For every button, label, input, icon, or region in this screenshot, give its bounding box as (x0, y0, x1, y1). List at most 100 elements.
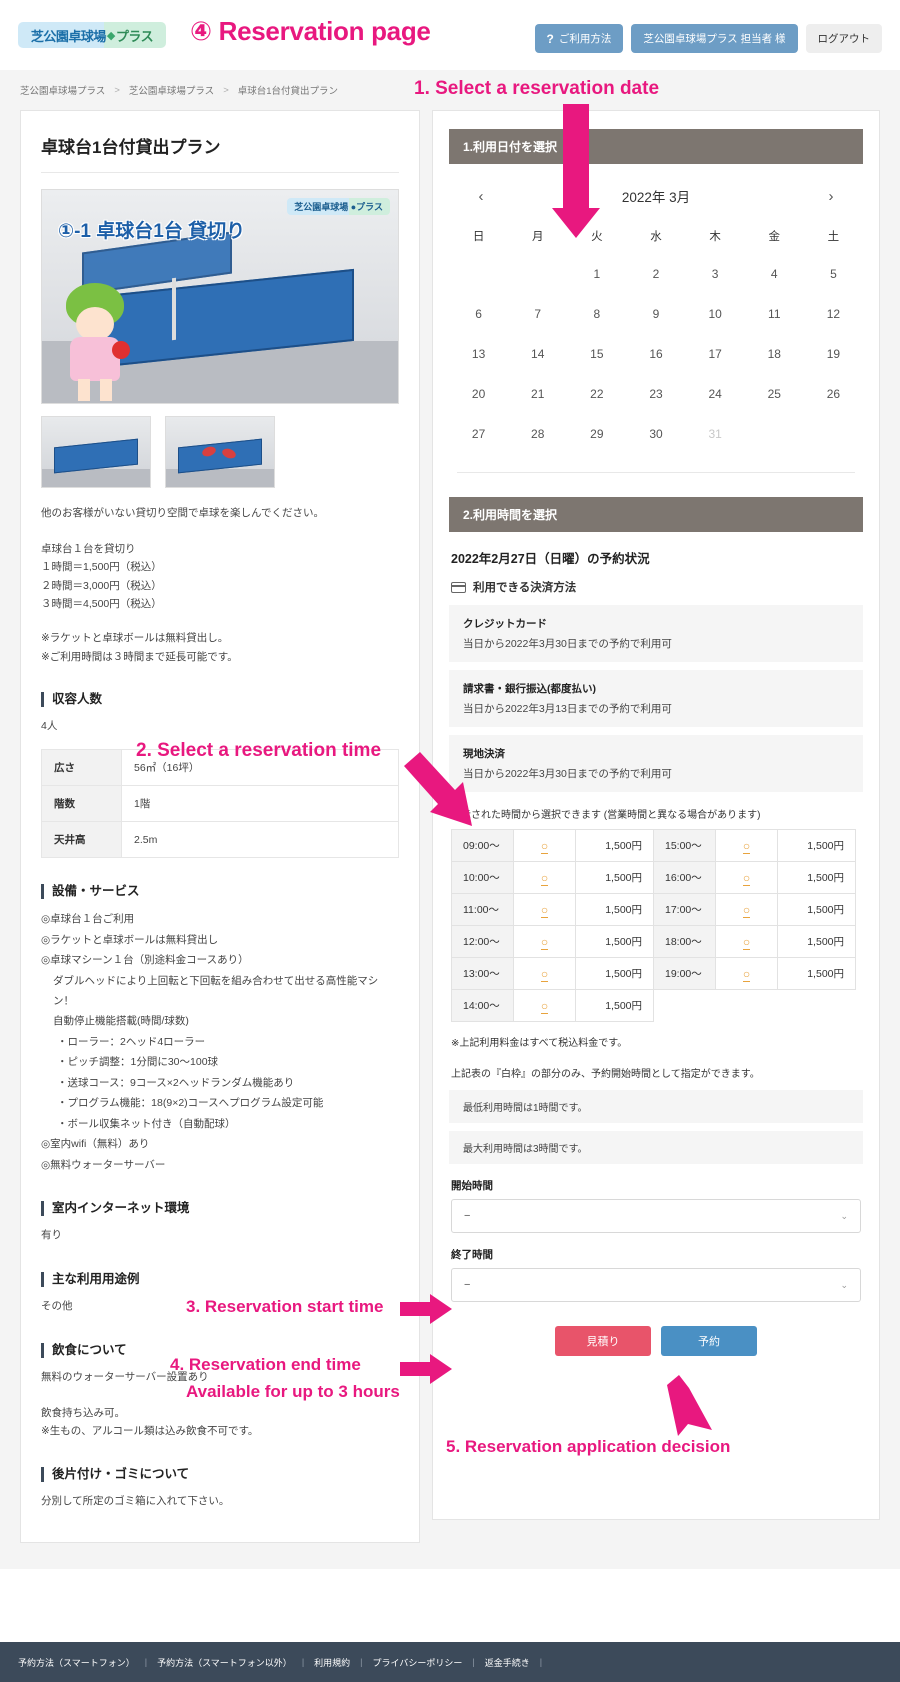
help-button-label: ご利用方法 (558, 33, 612, 45)
calendar-day[interactable]: 20 (449, 374, 508, 414)
calendar-day[interactable]: 6 (449, 294, 508, 334)
list-item: ・ピッチ調整：1分間に30〜100球 (57, 1056, 219, 1069)
footer-link-1[interactable]: 予約方法（スマートフォン以外） (157, 1656, 292, 1669)
facility-list: ◎卓球台１台ご利用 ◎ラケットと卓球ボールは無料貸出し ◎卓球マシーン１台（別途… (41, 909, 399, 1175)
footer-link-0[interactable]: 予約方法（スマートフォン） (18, 1656, 135, 1669)
slot-available-icon[interactable]: ○ (540, 838, 549, 854)
calendar-day[interactable]: 28 (508, 414, 567, 454)
slot-available-icon[interactable]: ○ (742, 838, 751, 854)
slot-availability[interactable]: ○ (513, 989, 576, 1022)
plan-note: ※ラケットと卓球ボールは無料貸出し。 (41, 632, 229, 645)
footer-link-2[interactable]: 利用規約 (314, 1656, 350, 1669)
calendar-day[interactable]: 17 (686, 334, 745, 374)
slot-availability[interactable]: ○ (513, 957, 576, 990)
end-time-select[interactable]: − ⌄ (451, 1268, 861, 1302)
breadcrumb-item-0[interactable]: 芝公園卓球場プラス (20, 83, 105, 97)
calendar-prev-month-icon[interactable]: ‹ (471, 188, 491, 205)
start-time-select[interactable]: − ⌄ (451, 1199, 861, 1233)
calendar-day[interactable]: 13 (449, 334, 508, 374)
calendar-day[interactable]: 23 (626, 374, 685, 414)
slot-available-icon[interactable]: ○ (742, 870, 751, 886)
slot-available-icon[interactable]: ○ (540, 966, 549, 982)
calendar-week-row: 1 2 3 4 5 (449, 254, 863, 294)
calendar-day[interactable]: 21 (508, 374, 567, 414)
usage-value: その他 (41, 1300, 73, 1313)
calendar-day[interactable]: 15 (567, 334, 626, 374)
calendar-day[interactable]: 11 (745, 294, 804, 334)
action-button-row: 見積り 予約 (449, 1326, 863, 1356)
calendar-weekday: 土 (827, 231, 840, 243)
footer-link-4[interactable]: 返金手続き (485, 1656, 530, 1669)
tax-note: ※上記利用料金はすべて税込料金です。 (451, 1038, 628, 1049)
photo-thumbnail[interactable] (165, 416, 275, 488)
slot-available-icon[interactable]: ○ (742, 934, 751, 950)
slot-available-icon[interactable]: ○ (742, 902, 751, 918)
reserve-button[interactable]: 予約 (661, 1326, 757, 1356)
calendar-day[interactable]: 18 (745, 334, 804, 374)
slot-time: 10:00〜 (451, 861, 514, 894)
calendar-day[interactable]: 1 (567, 254, 626, 294)
price-line: ２時間＝3,000円（税込） (41, 579, 162, 592)
chevron-down-icon: ⌄ (840, 1210, 848, 1221)
breadcrumb-item-2: 卓球台1台付貸出プラン (237, 86, 339, 97)
footer-separator: | (539, 1657, 543, 1667)
food-line: ※生もの、アルコール類は込み飲食不可です。 (41, 1425, 259, 1438)
payment-methods-heading: 利用できる決済方法 (451, 579, 863, 595)
slot-available-icon[interactable]: ○ (742, 966, 751, 982)
list-item: ◎室内wifi（無料）あり (41, 1138, 150, 1151)
site-logo[interactable]: 芝公園卓球場 ◆ プラス (18, 22, 166, 48)
slot-available-icon[interactable]: ○ (540, 902, 549, 918)
calendar-day[interactable]: 22 (567, 374, 626, 414)
calendar-day[interactable]: 3 (686, 254, 745, 294)
plan-detail-panel: 卓球台1台付貸出プラン ①-1 卓球台1台 貸切り 芝公園卓球場 ●プラス 他の… (20, 110, 420, 1543)
calendar-day[interactable]: 8 (567, 294, 626, 334)
account-button[interactable]: 芝公園卓球場プラス 担当者 様 (631, 24, 798, 53)
calendar-day[interactable]: 16 (626, 334, 685, 374)
spec-table: 広さ 56㎡（16坪） 階数 1階 天井高 2.5m (41, 749, 399, 859)
breadcrumb-item-1[interactable]: 芝公園卓球場プラス (129, 83, 214, 97)
slot-availability[interactable]: ○ (715, 957, 778, 990)
reservation-panel: 1.利用日付を選択 ‹ 2022年 3月 › 日 月 火 水 木 金 土 1 2… (432, 110, 880, 1520)
calendar-day[interactable]: 14 (508, 334, 567, 374)
payment-method-item: クレジットカード 当日から2022年3月30日までの予約で利用可 (449, 605, 863, 662)
slot-availability[interactable]: ○ (715, 829, 778, 862)
slot-availability[interactable]: ○ (513, 925, 576, 958)
help-button[interactable]: ? ご利用方法 (534, 24, 624, 53)
slot-availability[interactable]: ○ (715, 893, 778, 926)
quote-button[interactable]: 見積り (555, 1326, 651, 1356)
calendar-day[interactable]: 4 (745, 254, 804, 294)
calendar-day[interactable]: 30 (626, 414, 685, 454)
slot-time: 19:00〜 (653, 957, 716, 990)
list-item: ◎ラケットと卓球ボールは無料貸出し (41, 933, 219, 946)
calendar-day[interactable]: 5 (804, 254, 863, 294)
calendar-day[interactable]: 19 (804, 334, 863, 374)
slot-availability[interactable]: ○ (513, 893, 576, 926)
calendar-day[interactable]: 27 (449, 414, 508, 454)
calendar-day[interactable]: 29 (567, 414, 626, 454)
calendar-day[interactable]: 7 (508, 294, 567, 334)
calendar-day[interactable]: 12 (804, 294, 863, 334)
calendar-day[interactable]: 25 (745, 374, 804, 414)
plan-main-photo[interactable]: ①-1 卓球台1台 貸切り 芝公園卓球場 ●プラス (41, 189, 399, 404)
footer-link-3[interactable]: プライバシーポリシー (373, 1656, 463, 1669)
list-item: ダブルヘッドにより上回転と下回転を組み合わせて出せる高性能マシン！ (53, 974, 379, 1007)
calendar-day[interactable]: 2 (626, 254, 685, 294)
slot-available-icon[interactable]: ○ (540, 934, 549, 950)
logout-button[interactable]: ログアウト (805, 24, 882, 53)
slot-available-icon[interactable]: ○ (540, 870, 549, 886)
calendar-day[interactable]: 10 (686, 294, 745, 334)
calendar-day[interactable]: 24 (686, 374, 745, 414)
slot-available-icon[interactable]: ○ (540, 998, 549, 1014)
calendar-day[interactable]: 9 (626, 294, 685, 334)
slot-time: 11:00〜 (451, 893, 514, 926)
start-time-label: 開始時間 (451, 1180, 493, 1192)
slot-availability[interactable]: ○ (715, 861, 778, 894)
photo-thumbnail[interactable] (41, 416, 151, 488)
calendar-day[interactable]: 26 (804, 374, 863, 414)
photo-logo-badge: 芝公園卓球場 ●プラス (287, 198, 390, 215)
slot-availability[interactable]: ○ (513, 829, 576, 862)
slot-availability[interactable]: ○ (513, 861, 576, 894)
slot-availability[interactable]: ○ (715, 925, 778, 958)
photo-caption: ①-1 卓球台1台 貸切り (58, 221, 246, 242)
calendar-next-month-icon[interactable]: › (821, 188, 841, 205)
